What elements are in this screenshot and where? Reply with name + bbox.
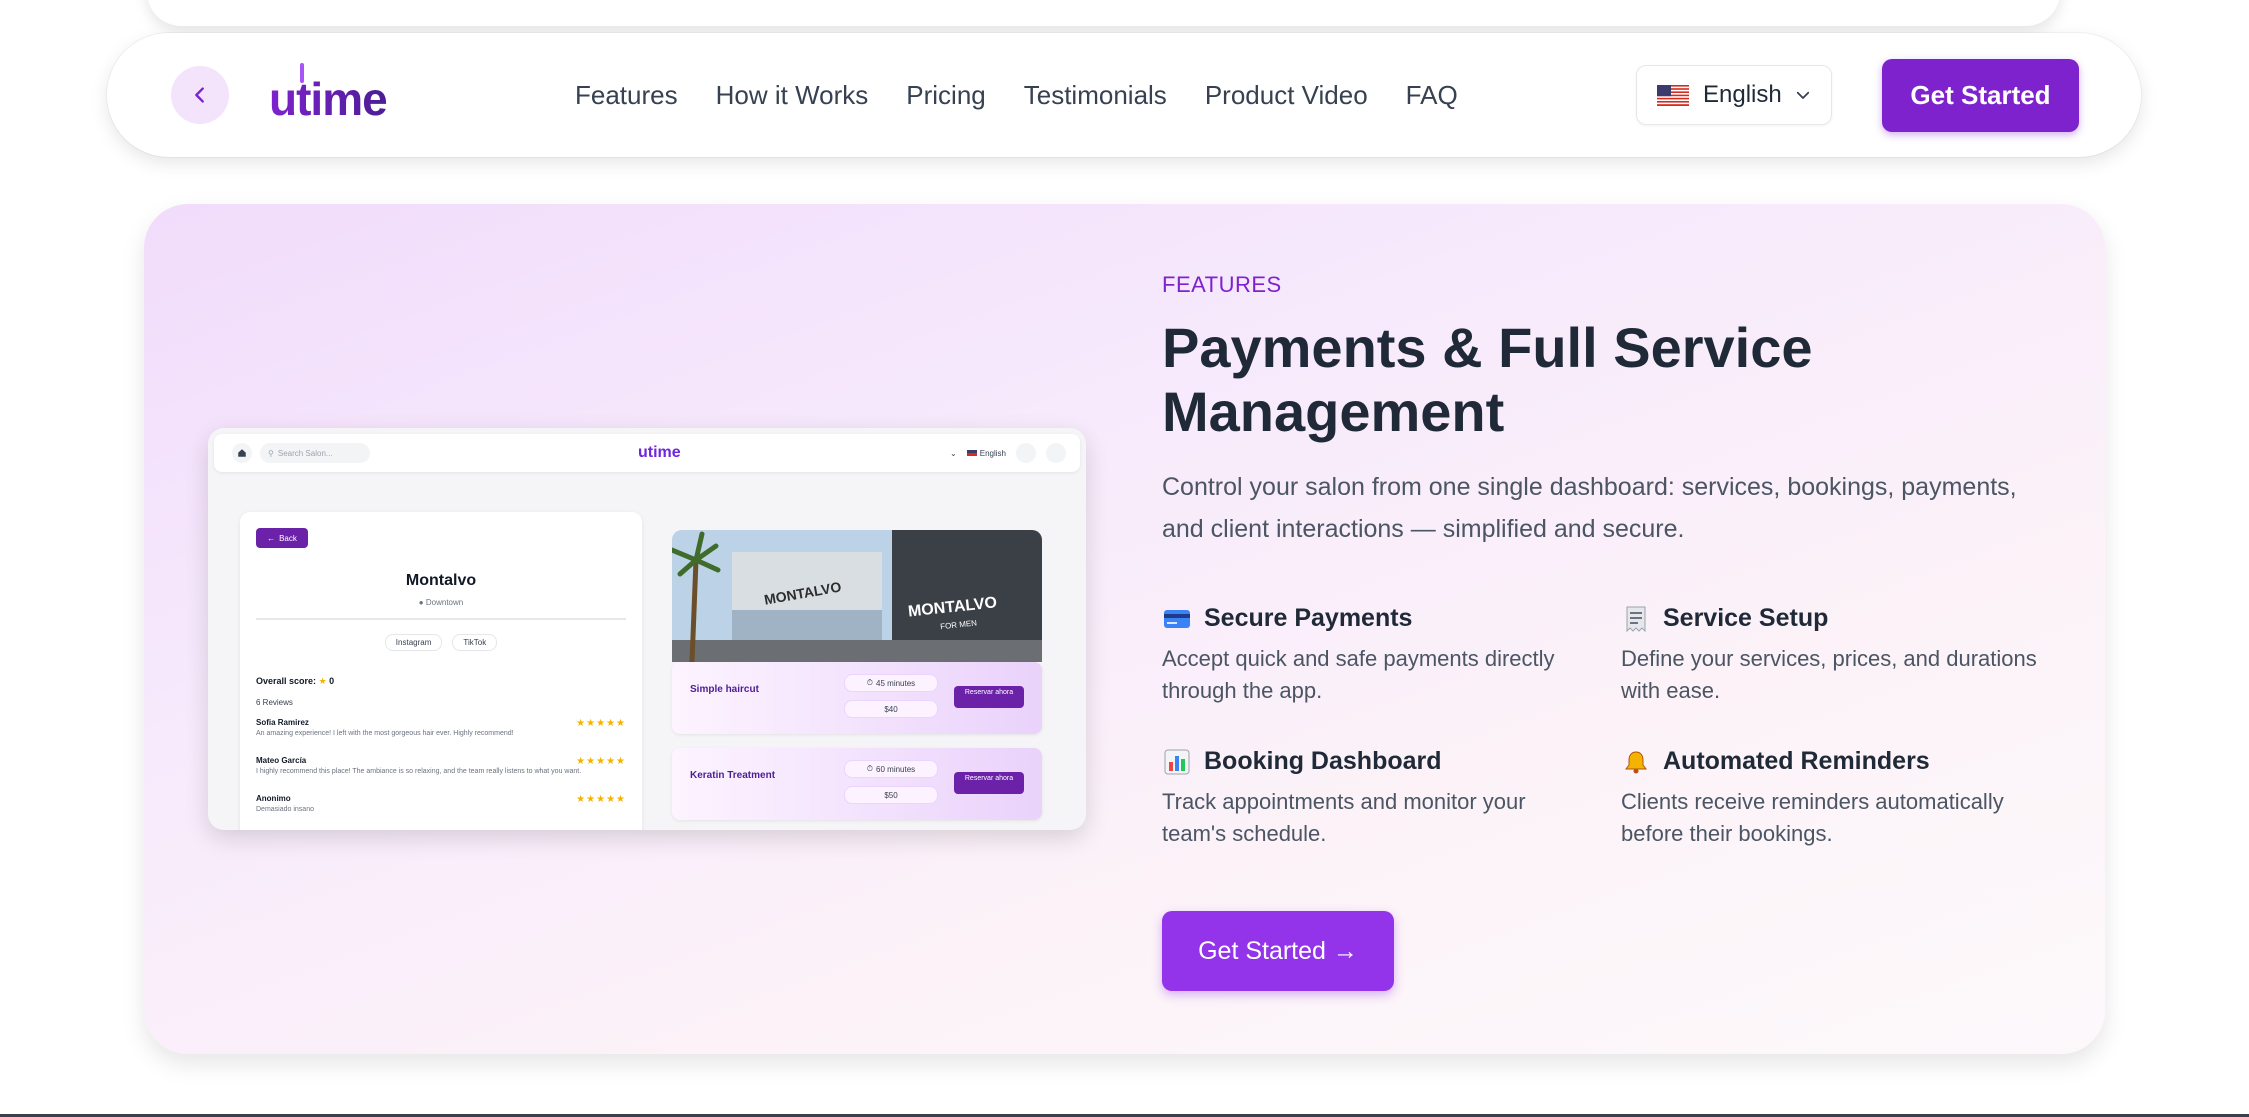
logout-icon bbox=[1046, 443, 1066, 463]
reserve-button: Reservar ahora bbox=[954, 686, 1024, 708]
language-label: English bbox=[1703, 81, 1782, 108]
nav-link-features[interactable]: Features bbox=[575, 80, 678, 111]
overall-score-value: 0 bbox=[329, 676, 335, 686]
preview-topbar-right: ⌄ English bbox=[950, 443, 1066, 463]
feature-booking-dashboard: Booking Dashboard Track appointments and… bbox=[1162, 747, 1582, 850]
nav-link-product-video[interactable]: Product Video bbox=[1205, 80, 1368, 111]
service-duration-label: 60 minutes bbox=[876, 764, 916, 774]
credit-card-icon bbox=[1162, 606, 1192, 632]
feature-text: Track appointments and monitor your team… bbox=[1162, 789, 1526, 846]
divider bbox=[256, 618, 626, 620]
bell-icon bbox=[1621, 749, 1651, 775]
feature-title: Automated Reminders bbox=[1663, 747, 1930, 775]
review-name: Anonimo bbox=[256, 794, 291, 803]
get-started-button[interactable]: Get Started bbox=[1882, 59, 2079, 132]
tag-instagram: Instagram bbox=[384, 634, 443, 651]
preview-search-input: ⚲ Search Salon... bbox=[260, 443, 370, 463]
salon-location: ● Downtown bbox=[240, 598, 642, 607]
clock-icon: ⏱ bbox=[866, 764, 874, 773]
navbar: utime Features How it Works Pricing Test… bbox=[107, 33, 2141, 157]
chevron-left-icon bbox=[195, 87, 204, 103]
overall-score: Overall score: ★ 0 bbox=[256, 676, 334, 687]
service-price: $50 bbox=[844, 786, 938, 804]
home-icon bbox=[232, 443, 252, 463]
review-item: Sofia Ramirez An amazing experience! I l… bbox=[256, 718, 626, 737]
feature-title: Service Setup bbox=[1663, 604, 1829, 632]
section-get-started-button[interactable]: Get Started → bbox=[1162, 911, 1394, 991]
review-name: Mateo García bbox=[256, 756, 307, 765]
review-name: Sofia Ramirez bbox=[256, 718, 309, 727]
previous-section-card bbox=[147, 0, 2060, 26]
nav-link-testimonials[interactable]: Testimonials bbox=[1024, 80, 1167, 111]
arrow-left-icon: ← bbox=[267, 533, 276, 543]
reviews-count: 6 Reviews bbox=[256, 698, 293, 707]
service-price: $40 bbox=[844, 700, 938, 718]
section-eyebrow: FEATURES bbox=[1162, 272, 1282, 297]
tag-tiktok: TikTok bbox=[452, 634, 498, 651]
service-duration: ⏱ 45 minutes bbox=[844, 674, 938, 692]
service-name: Keratin Treatment bbox=[690, 770, 776, 781]
back-button[interactable] bbox=[171, 66, 229, 124]
preview-topbar: ⚲ Search Salon... utime ⌄ English bbox=[214, 434, 1080, 472]
service-name: Simple haircut bbox=[690, 684, 759, 695]
nav-links: Features How it Works Pricing Testimonia… bbox=[575, 33, 1496, 157]
nav-link-faq[interactable]: FAQ bbox=[1406, 80, 1458, 111]
feature-title: Booking Dashboard bbox=[1204, 747, 1442, 775]
chevron-down-icon bbox=[1796, 91, 1809, 99]
section-heading: Payments & Full Service Management bbox=[1162, 316, 1813, 443]
rating-stars: ★★★★★ bbox=[576, 756, 626, 767]
preview-back-button: ← Back bbox=[256, 528, 308, 548]
rating-stars: ★★★★★ bbox=[576, 794, 626, 805]
map-pin-icon: ● bbox=[418, 598, 424, 607]
receipt-icon bbox=[1621, 606, 1651, 632]
service-card: Simple haircut ⏱ 45 minutes $40 Reservar… bbox=[672, 662, 1042, 734]
preview-back-label: Back bbox=[279, 533, 297, 543]
service-duration: ⏱ 60 minutes bbox=[844, 760, 938, 778]
review-text: An amazing experience! I left with the m… bbox=[256, 730, 514, 737]
language-selector[interactable]: English bbox=[1636, 65, 1832, 125]
star-icon: ★ bbox=[318, 676, 327, 686]
review-item: Mateo García I highly recommend this pla… bbox=[256, 756, 626, 775]
search-icon: ⚲ bbox=[268, 448, 274, 458]
chevron-down-icon: ⌄ bbox=[950, 448, 957, 458]
features-section: ⚲ Search Salon... utime ⌄ English ← Back bbox=[144, 204, 2105, 1054]
salon-name: Montalvo bbox=[405, 572, 477, 589]
feature-service-setup: Service Setup Define your services, pric… bbox=[1621, 604, 2041, 707]
preview-search-placeholder: Search Salon... bbox=[277, 448, 333, 458]
salon-photo: MONTALVO MONTALVO FOR MEN bbox=[672, 530, 1042, 662]
service-duration-label: 45 minutes bbox=[876, 678, 916, 688]
page: utime Features How it Works Pricing Test… bbox=[0, 0, 2249, 1117]
service-card: Keratin Treatment ⏱ 60 minutes $50 Reser… bbox=[672, 748, 1042, 820]
app-preview: ⚲ Search Salon... utime ⌄ English ← Back bbox=[208, 428, 1086, 830]
social-tags: Instagram TikTok bbox=[240, 634, 642, 651]
salon-profile-card: ← Back Montalvo ● Downtown Instagram Tik… bbox=[240, 512, 642, 830]
feature-text: Define your services, prices, and durati… bbox=[1621, 646, 2037, 703]
us-flag-icon bbox=[1657, 84, 1689, 106]
preview-logo: utime bbox=[638, 444, 681, 461]
feature-automated-reminders: Automated Reminders Clients receive remi… bbox=[1621, 747, 2041, 850]
preview-language: English bbox=[979, 448, 1006, 458]
rating-stars: ★★★★★ bbox=[576, 718, 626, 729]
nav-link-pricing[interactable]: Pricing bbox=[906, 80, 985, 111]
section-description: Control your salon from one single dashb… bbox=[1162, 473, 2017, 543]
user-icon bbox=[1016, 443, 1036, 463]
review-text: I highly recommend this place! The ambia… bbox=[256, 768, 582, 775]
us-flag-icon bbox=[966, 450, 977, 456]
logo[interactable]: utime bbox=[269, 59, 409, 129]
review-item: Anonimo Demasiado insano ★★★★★ bbox=[256, 794, 626, 813]
salon-location-label: Downtown bbox=[425, 598, 464, 607]
clock-icon: ⏱ bbox=[866, 678, 874, 687]
feature-text: Accept quick and safe payments directly … bbox=[1162, 646, 1555, 703]
feature-text: Clients receive reminders automatically … bbox=[1621, 789, 2004, 846]
nav-link-how-it-works[interactable]: How it Works bbox=[716, 80, 869, 111]
overall-score-label: Overall score: bbox=[256, 676, 317, 686]
reserve-button: Reservar ahora bbox=[954, 772, 1024, 794]
svg-text:utime: utime bbox=[269, 73, 387, 125]
bar-chart-icon bbox=[1162, 749, 1192, 775]
feature-secure-payments: Secure Payments Accept quick and safe pa… bbox=[1162, 604, 1582, 707]
review-text: Demasiado insano bbox=[256, 806, 314, 813]
feature-title: Secure Payments bbox=[1204, 604, 1413, 632]
